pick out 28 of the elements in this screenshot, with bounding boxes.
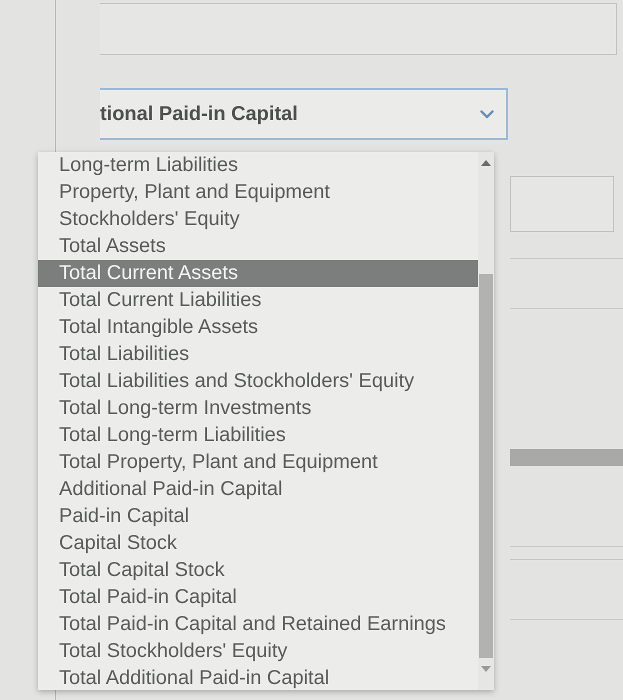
dropdown-option[interactable]: Total Capital Stock xyxy=(38,557,478,584)
dropdown-option[interactable]: Total Liabilities and Stockholders' Equity xyxy=(38,368,478,395)
dropdown-option[interactable]: Total Property, Plant and Equipment xyxy=(38,449,478,476)
chevron-down-icon xyxy=(480,110,494,118)
dropdown-option[interactable]: Total Current Assets xyxy=(38,260,478,287)
scroll-up-icon xyxy=(481,160,491,166)
dropdown-option[interactable]: Paid-in Capital xyxy=(38,503,478,530)
dropdown-option[interactable]: Total Paid-in Capital and Retained Earnings xyxy=(38,611,478,638)
scrollbar-thumb[interactable] xyxy=(479,274,493,658)
dropdown-option[interactable]: Capital Stock xyxy=(38,530,478,557)
dropdown-select[interactable]: tional Paid-in Capital xyxy=(100,88,508,140)
input-field[interactable] xyxy=(510,176,614,232)
dropdown-option[interactable]: Total Paid-in Capital xyxy=(38,584,478,611)
scrollbar-track[interactable] xyxy=(478,152,494,690)
dropdown-option[interactable]: Total Current Liabilities xyxy=(38,287,478,314)
dropdown-option[interactable]: Total Long-term Investments xyxy=(38,395,478,422)
dropdown-option[interactable]: Property, Plant and Equipment xyxy=(38,179,478,206)
dropdown-option[interactable]: Total Assets xyxy=(38,233,478,260)
dropdown-option[interactable]: Stockholders' Equity xyxy=(38,206,478,233)
dropdown-option[interactable]: Total Intangible Assets xyxy=(38,314,478,341)
input-field[interactable] xyxy=(100,3,617,55)
dropdown-option[interactable]: Additional Paid-in Capital xyxy=(38,476,478,503)
dropdown-option[interactable]: Total Liabilities xyxy=(38,341,478,368)
dropdown-option[interactable]: Total Additional Paid-in Capital xyxy=(38,665,478,692)
dropdown-option[interactable]: Total Stockholders' Equity xyxy=(38,638,478,665)
scroll-down-icon xyxy=(481,666,491,672)
dropdown-option[interactable]: Total Long-term Liabilities xyxy=(38,422,478,449)
dropdown-option[interactable]: Long-term Liabilities xyxy=(38,152,478,179)
